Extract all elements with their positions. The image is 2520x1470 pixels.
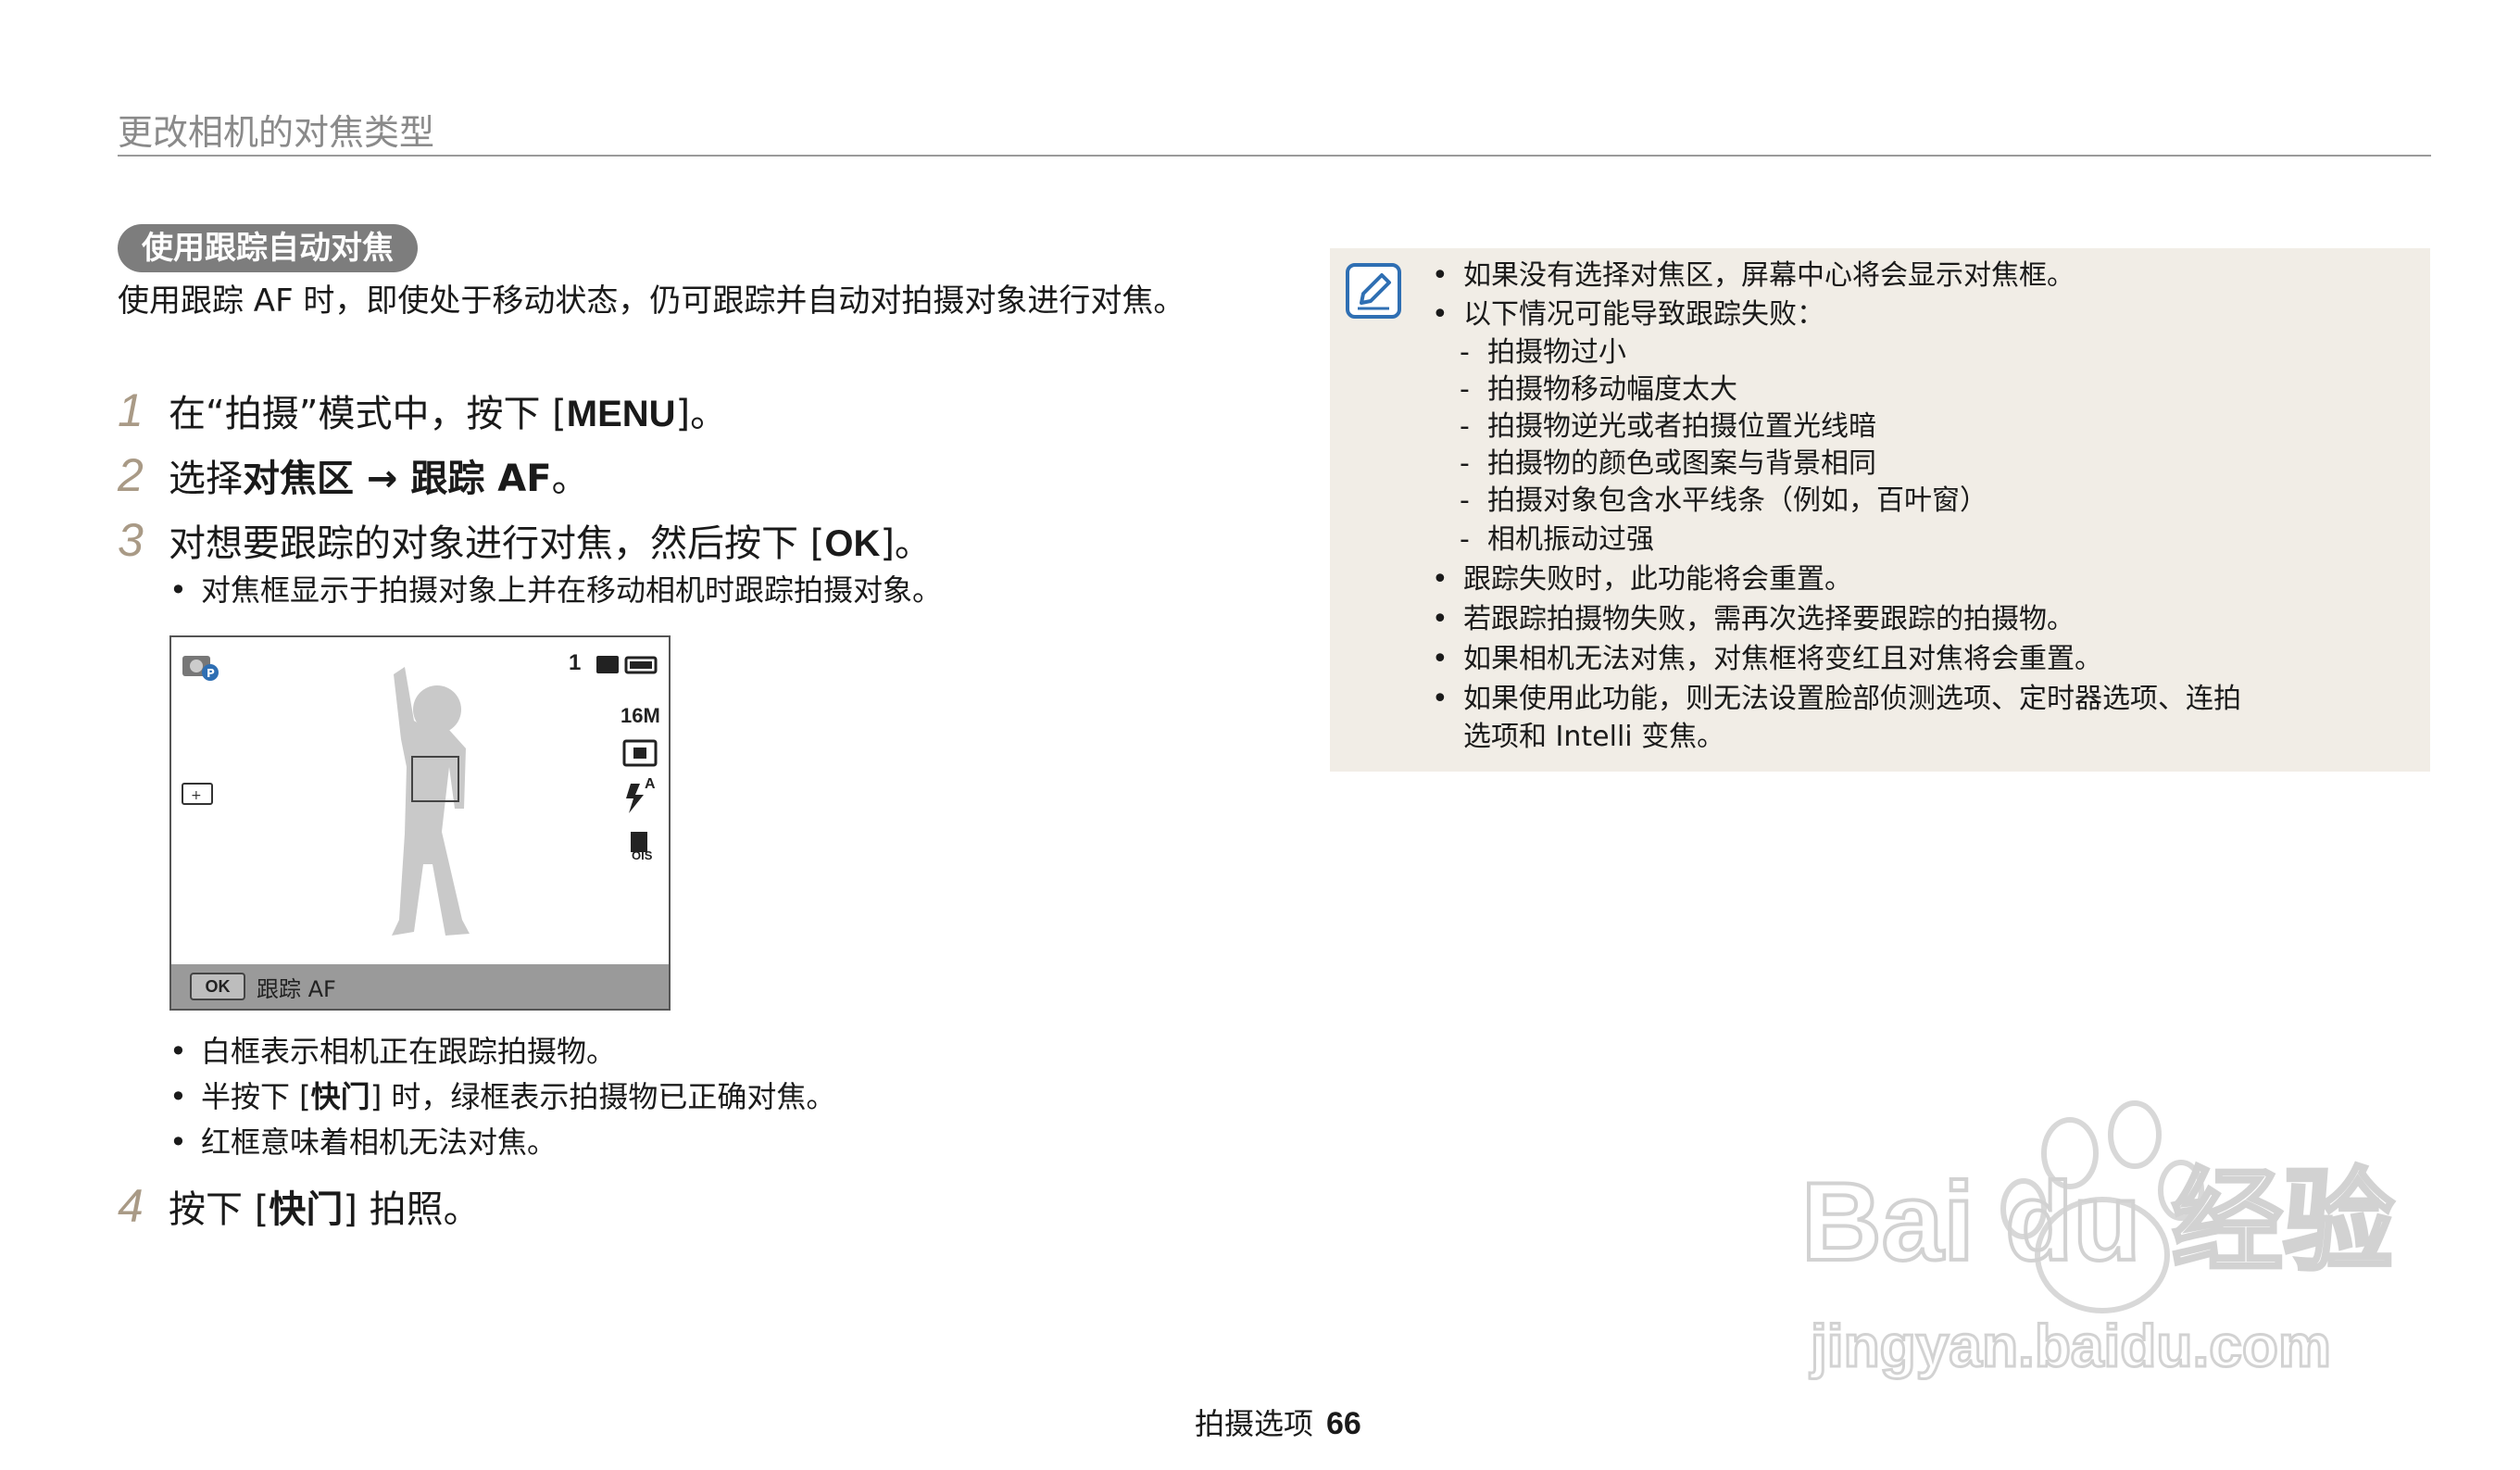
battery-icon xyxy=(624,656,658,674)
step-1: 1 在“拍摄”模式中，按下 [MENU]。 xyxy=(118,383,727,438)
section-intro: 使用跟踪 AF 时，即使处于移动状态，仍可跟踪并自动对拍摄对象进行对焦。 xyxy=(118,283,1185,320)
section-title: 使用跟踪自动对焦 xyxy=(118,224,418,272)
step-text: 按下 [快门] 拍照。 xyxy=(169,1188,481,1231)
svg-text:+: + xyxy=(191,788,202,803)
step-text: 选择对焦区 → 跟踪 AF。 xyxy=(169,458,589,500)
screen-bar-label: 跟踪 AF xyxy=(257,975,336,1002)
after-bullet-3: • 红框意味着相机无法对焦。 xyxy=(169,1124,558,1160)
memory-card-icon xyxy=(596,656,619,673)
note-pencil-icon xyxy=(1345,262,1402,323)
menu-option-tracking-af: 跟踪 AF xyxy=(410,458,552,500)
camera-lcd-screen: P + 1 16M A OIS OK 跟踪 AF xyxy=(169,635,671,1011)
tracking-focus-frame xyxy=(411,756,459,802)
note-item: • 如果相机无法对焦，对焦框将变红且对焦将会重置。 xyxy=(1432,643,2102,675)
menu-key: MENU xyxy=(566,394,676,434)
baidu-watermark: Bai du 经验 jingyan.baidu.com xyxy=(1792,1098,2403,1398)
step-text: 对想要跟踪的对象进行对焦，然后按下 [OK]。 xyxy=(169,522,932,565)
camera-screen-graphics: P + xyxy=(182,656,658,936)
note-subitem: - 拍摄物移动幅度太大 xyxy=(1460,373,1737,406)
note-subitem: - 拍摄物过小 xyxy=(1460,336,1626,369)
program-mode-icon: P xyxy=(182,656,219,681)
screen-bottom-bar: OK 跟踪 AF xyxy=(171,964,669,1009)
watermark-url: jingyan.baidu.com xyxy=(1810,1313,2331,1379)
menu-option-focus-area: 对焦区 xyxy=(243,458,354,500)
ok-key: OK xyxy=(824,523,881,564)
note-item: • 以下情况可能导致跟踪失败： xyxy=(1432,298,1824,331)
flash-auto-icon xyxy=(626,784,644,813)
note-item: • 如果使用此功能，则无法设置脸部侦测选项、定时器选项、连拍 xyxy=(1432,683,2241,715)
page-number: 66 xyxy=(1326,1406,1361,1441)
note-item-continued: 选项和 Intelli 变焦。 xyxy=(1463,721,1725,753)
metering-icon xyxy=(622,739,658,767)
ok-button-chip: OK xyxy=(190,973,245,1000)
step-number: 2 xyxy=(118,449,144,501)
after-bullet-2: • 半按下 [快门] 时，绿框表示拍摄物已正确对焦。 xyxy=(169,1079,836,1114)
note-subitem: - 拍摄物的颜色或图案与背景相同 xyxy=(1460,447,1876,480)
shutter-key: 快门 xyxy=(269,1188,344,1231)
footer-section: 拍摄选项 xyxy=(1195,1406,1314,1441)
page-header-title: 更改相机的对焦类型 xyxy=(118,112,435,153)
header-divider xyxy=(118,155,2431,157)
note-item: • 如果没有选择对焦区，屏幕中心将会显示对焦框。 xyxy=(1432,259,2075,292)
step-4: 4 按下 [快门] 拍照。 xyxy=(118,1178,481,1234)
step3-bullet: • 对焦框显示于拍摄对象上并在移动相机时跟踪拍摄对象。 xyxy=(169,572,943,608)
note-subitem: - 相机振动过强 xyxy=(1460,523,1654,556)
note-subitem: - 拍摄对象包含水平线条（例如，百叶窗） xyxy=(1460,484,1987,517)
focus-area-icon: + xyxy=(182,783,213,805)
step-number: 4 xyxy=(118,1180,144,1232)
flash-mode-label: A xyxy=(645,776,656,792)
note-item: • 跟踪失败时，此功能将会重置。 xyxy=(1432,563,1852,596)
step-2: 2 选择对焦区 → 跟踪 AF。 xyxy=(118,447,589,503)
note-subitem: - 拍摄物逆光或者拍摄位置光线暗 xyxy=(1460,410,1876,443)
shots-remaining: 1 xyxy=(569,650,582,675)
step-number: 1 xyxy=(118,384,144,436)
after-bullet-1: • 白框表示相机正在跟踪拍摄物。 xyxy=(169,1034,617,1069)
page-footer: 拍摄选项 66 xyxy=(1195,1401,1361,1443)
ois-label: OIS xyxy=(632,848,653,862)
step-number: 3 xyxy=(118,514,144,566)
svg-text:P: P xyxy=(207,667,215,680)
watermark-brand: Bai du 经验 xyxy=(1801,1160,2394,1284)
step-3: 3 对想要跟踪的对象进行对焦，然后按下 [OK]。 xyxy=(118,512,932,568)
step-text: 在“拍摄”模式中，按下 [MENU]。 xyxy=(169,393,728,435)
note-item: • 若跟踪拍摄物失败，需再次选择要跟踪的拍摄物。 xyxy=(1432,603,2075,635)
resolution-indicator: 16M xyxy=(621,704,660,727)
